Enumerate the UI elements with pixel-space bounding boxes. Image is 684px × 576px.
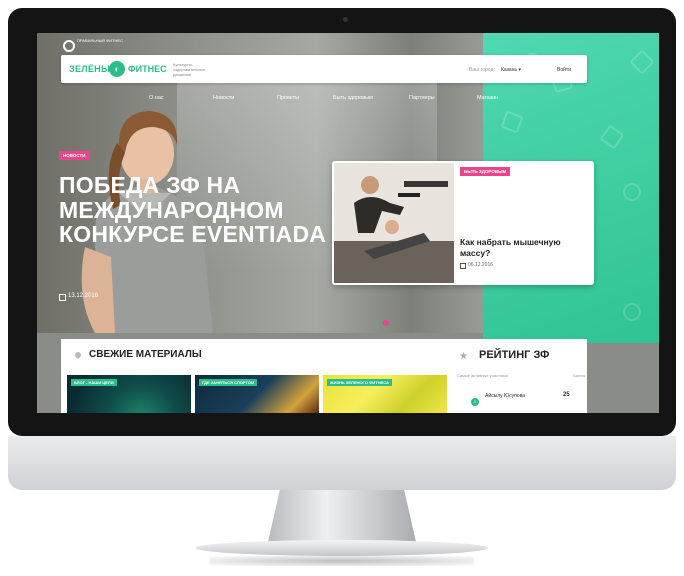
monitor-screen: Правильный фитнес ЗЕЛЁНЫЙ ◐ ФИТНЕС Культ…: [37, 33, 659, 413]
nav-item-projects[interactable]: Проекты: [277, 95, 299, 101]
site-header: ЗЕЛЁНЫЙ ◐ ФИТНЕС Культурно-оздоровительн…: [61, 55, 587, 83]
thumb-tag: Жизнь зеленого фитнеса: [327, 379, 392, 386]
thumb-tag: Блог - наши цели: [71, 379, 117, 386]
monitor-stand-base: [196, 540, 488, 556]
logo-word-right[interactable]: ФИТНЕС: [128, 64, 167, 74]
logo-swirl-icon[interactable]: ◐: [109, 61, 125, 77]
thumb-tag: Где заняться спортом: [199, 379, 258, 386]
card-date: 06.12.2016: [468, 262, 494, 268]
star-icon: ★: [459, 351, 468, 362]
logo-subtitle: Культурно-оздоровительное движение: [173, 62, 206, 77]
nav-item-be-healthy[interactable]: Быть здоровым: [333, 95, 373, 101]
article-photo: [334, 163, 454, 283]
partner-logo-text: Правильный фитнес: [77, 38, 123, 43]
hero-headline[interactable]: ПОБЕДА ЗФ НА МЕЖДУНАРОДНОМ КОНКУРСЕ EVEN…: [59, 173, 359, 247]
featured-article-card[interactable]: Быть здоровым Как набрать мышечную массу…: [332, 161, 594, 285]
hero-date: 13.12.2016: [68, 293, 99, 299]
rating-col-points: Баллы: [573, 373, 586, 378]
nav-item-news[interactable]: Новости: [213, 95, 234, 101]
rating-score: 25: [563, 392, 570, 398]
nav-item-shop[interactable]: Магазин: [477, 95, 498, 101]
monitor-stand-neck: [268, 490, 416, 542]
content-section: СВЕЖИЕ МАТЕРИАЛЫ Блог - наши цели Где за…: [61, 339, 587, 413]
slider-dot-active[interactable]: [383, 320, 389, 326]
webcam: [343, 17, 348, 22]
circle-logo-icon: [63, 40, 75, 52]
city-label: Ваш город:: [469, 67, 495, 73]
nav-item-partners[interactable]: Партнеры: [409, 95, 435, 101]
article-thumb[interactable]: Где заняться спортом: [195, 375, 319, 413]
rating-title: РЕЙТИНГ ЗФ: [479, 349, 550, 361]
login-link[interactable]: Войти: [557, 67, 571, 73]
calendar-icon: [59, 294, 66, 301]
monitor-chin: [8, 436, 676, 490]
article-thumb[interactable]: Жизнь зеленого фитнеса: [323, 375, 447, 413]
calendar-icon: [460, 263, 466, 269]
city-select[interactable]: Казань ▾: [501, 67, 521, 73]
stand-shadow: [210, 556, 474, 566]
article-thumb[interactable]: Блог - наши цели: [67, 375, 191, 413]
fresh-materials-title: СВЕЖИЕ МАТЕРИАЛЫ: [89, 349, 202, 360]
rank-badge: 1: [471, 398, 479, 406]
nav-item-about[interactable]: О нас: [149, 95, 164, 101]
card-category-tag[interactable]: Быть здоровым: [460, 167, 511, 176]
news-category-tag[interactable]: Новости: [59, 151, 90, 160]
card-title[interactable]: Как набрать мышечную массу?: [460, 237, 578, 259]
drop-icon: [73, 350, 83, 360]
rating-participant-name[interactable]: Айсылу Юсупова: [485, 393, 525, 399]
rating-col-participants: Самые активные участники: [457, 373, 509, 378]
